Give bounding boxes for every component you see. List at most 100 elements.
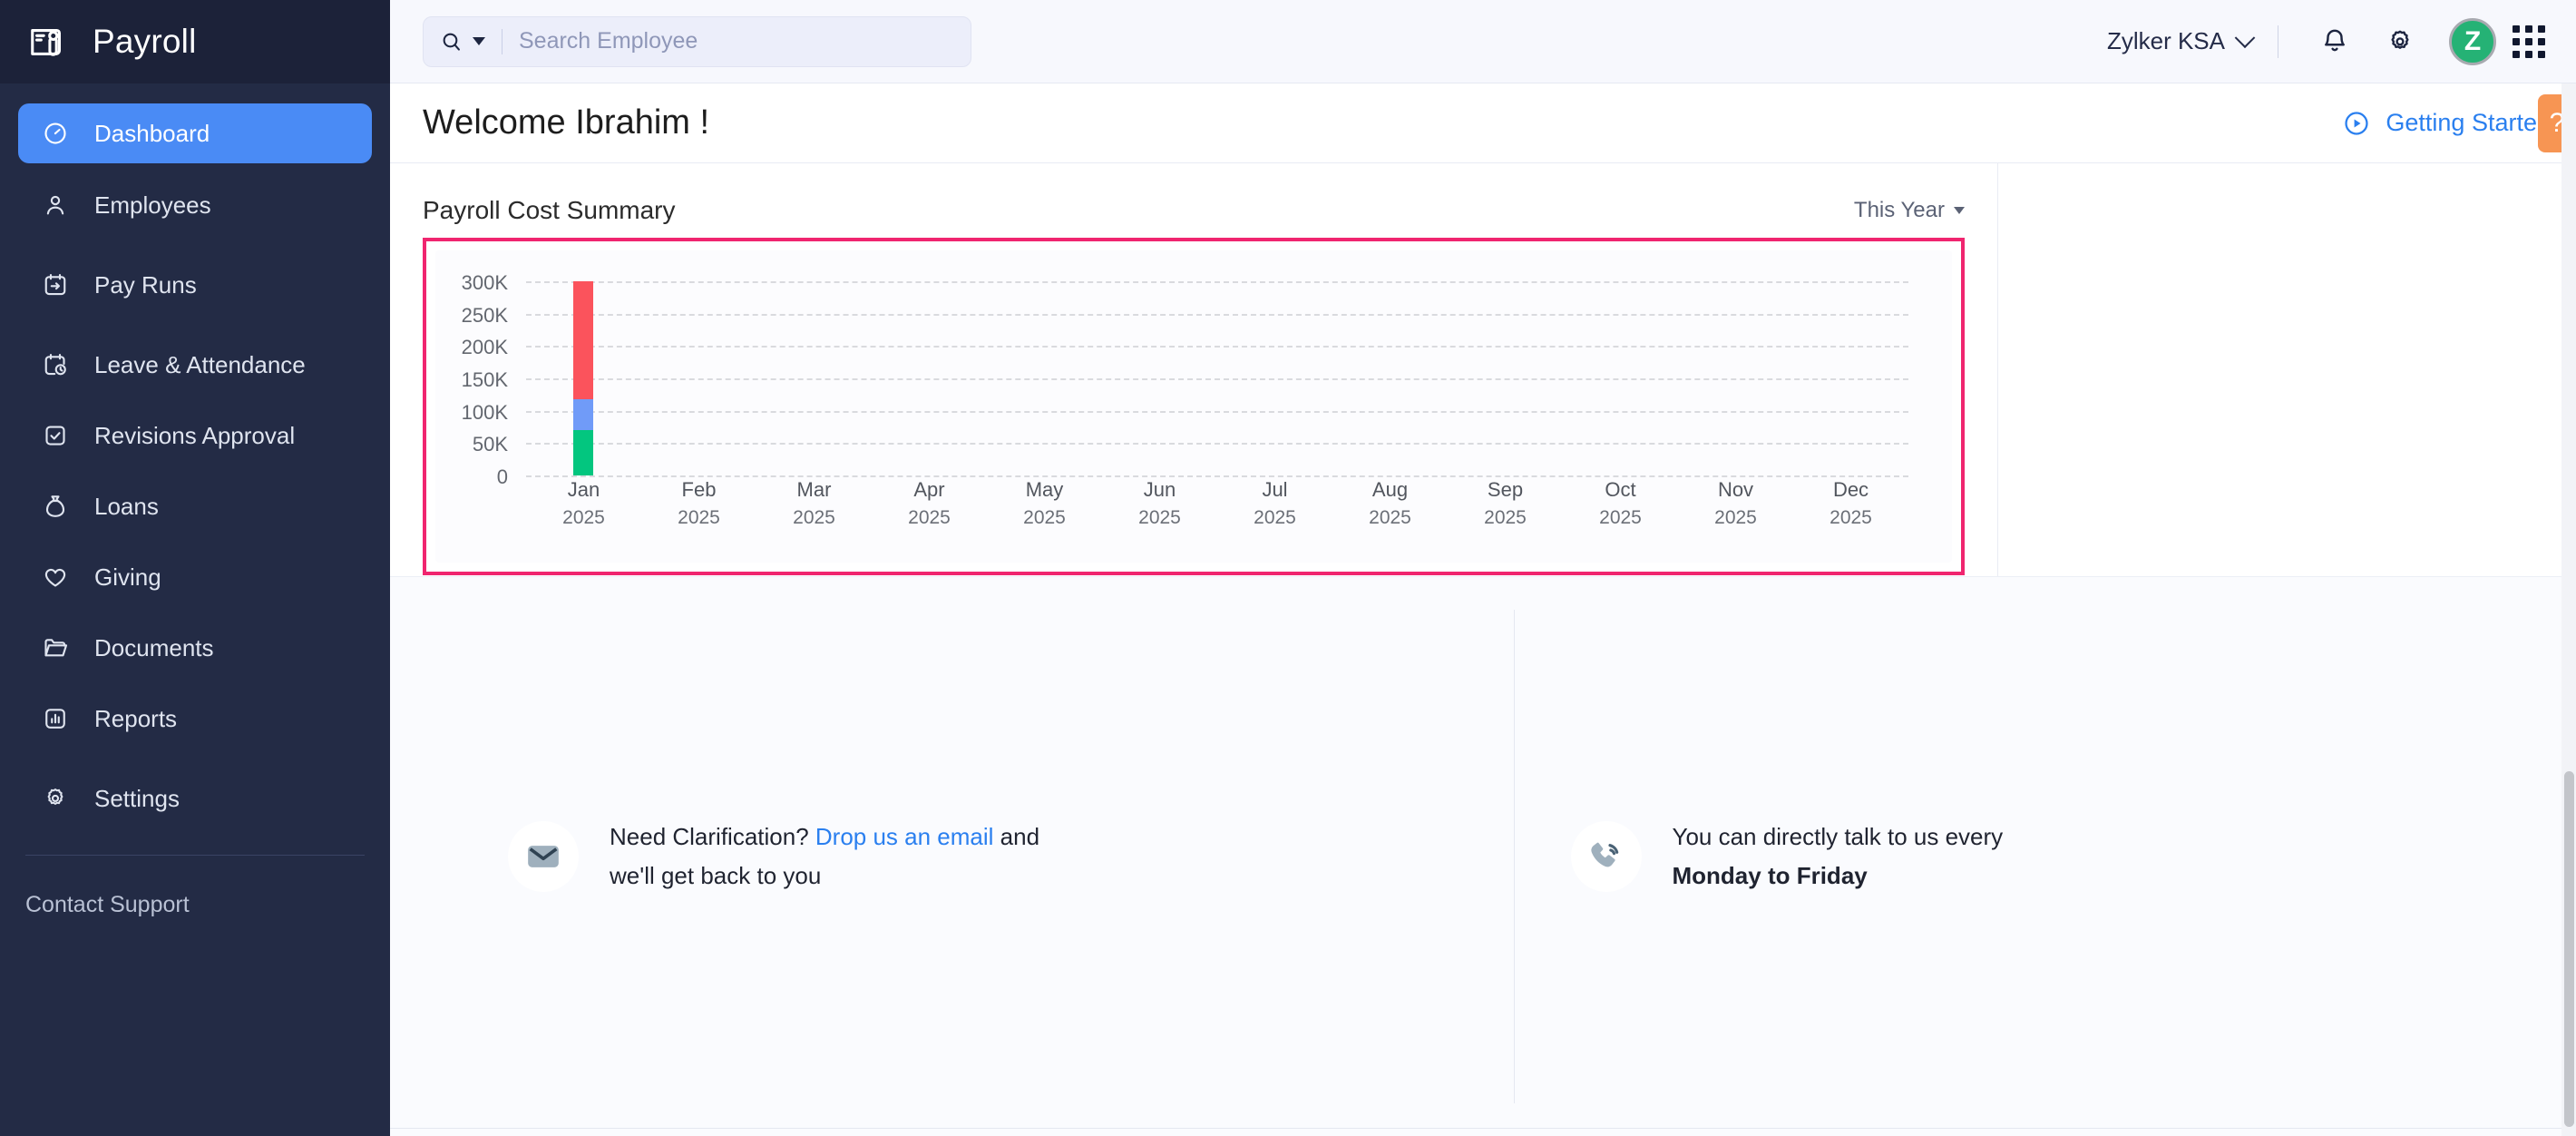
support-card-text: Need Clarification? Drop us an email and… — [610, 818, 1039, 896]
panel-row: Payroll Cost Summary This Year 0 50K 100K 1… — [390, 163, 2576, 576]
chart-bar-segment[interactable] — [573, 281, 594, 399]
y-axis-tick-label: 300K — [461, 271, 508, 294]
search-scope-caret-icon[interactable] — [473, 37, 485, 45]
sidebar: Payroll Dashboard Employees Pay Runs Lea… — [0, 0, 390, 1136]
search-icon — [440, 30, 463, 54]
checkbox-icon — [40, 420, 71, 451]
sidebar-item-employees[interactable]: Employees — [18, 176, 372, 234]
chart-gridline: 100K — [462, 401, 1908, 424]
x-axis-tick-year: 2025 — [1484, 506, 1527, 528]
chart-x-axis: Jan 2025 Feb 2025 Mar 2025 Apr 2025 May 2025 Jun 20… — [526, 475, 1908, 539]
play-circle-icon — [2342, 109, 2371, 138]
org-switcher[interactable]: Zylker KSA — [2107, 26, 2278, 55]
bar-chart-icon — [40, 703, 71, 734]
notifications-button[interactable] — [2302, 9, 2367, 74]
sidebar-item-label: Dashboard — [94, 119, 210, 147]
sidebar-item-label: Settings — [94, 784, 180, 812]
y-axis-tick-label: 50K — [472, 433, 508, 456]
sidebar-item-revisions-approval[interactable]: Revisions Approval — [18, 406, 372, 465]
gear-icon — [40, 783, 71, 814]
sidebar-item-leave-attendance[interactable]: Leave & Attendance — [18, 336, 372, 394]
settings-button[interactable] — [2367, 9, 2433, 74]
search-input[interactable] — [519, 28, 954, 54]
support-card-phone: You can directly talk to us every Monday… — [1515, 577, 2576, 1136]
scrollbar-thumb[interactable] — [2564, 771, 2574, 1127]
chart-bar[interactable] — [573, 281, 594, 475]
period-dropdown[interactable]: This Year — [1854, 198, 1965, 223]
brand[interactable]: Payroll — [0, 0, 390, 83]
vertical-scrollbar[interactable] — [2561, 83, 2576, 1136]
sidebar-item-documents[interactable]: Documents — [18, 619, 372, 677]
gear-icon — [2385, 26, 2415, 57]
chart-bar-segment[interactable] — [573, 430, 594, 475]
welcome-bar: Welcome Ibrahim ! Getting Started ? — [390, 83, 2576, 163]
chart-gridline: 250K — [462, 304, 1908, 327]
y-axis-tick-label: 250K — [461, 303, 508, 327]
bell-icon — [2319, 26, 2350, 57]
sidebar-item-giving[interactable]: Giving — [18, 548, 372, 606]
side-panel-empty — [1997, 163, 2576, 576]
x-axis-tick-year: 2025 — [1369, 506, 1411, 528]
contact-support-link[interactable]: Contact Support — [0, 856, 390, 918]
period-value: This Year — [1853, 198, 1945, 222]
x-axis-tick-year: 2025 — [678, 506, 720, 528]
chart-bar-segment[interactable] — [573, 398, 594, 431]
x-axis-tick-year: 2025 — [793, 506, 835, 528]
grid-apps-icon[interactable] — [2513, 24, 2545, 58]
user-icon — [40, 190, 71, 220]
card-header: Payroll Cost Summary This Year — [423, 187, 1965, 234]
heart-icon — [40, 562, 71, 592]
y-axis-tick-label: 0 — [496, 465, 508, 488]
sidebar-item-label: Employees — [94, 191, 211, 219]
sidebar-item-label: Giving — [94, 563, 161, 591]
grid-dot — [2513, 37, 2520, 45]
brand-name: Payroll — [93, 23, 197, 60]
grid-dot — [2538, 37, 2545, 45]
sidebar-item-label: Loans — [94, 492, 159, 520]
footer-bottom-rule — [390, 1128, 2576, 1129]
topbar-actions: Zylker KSA Z — [2107, 9, 2554, 74]
page-title: Welcome Ibrahim ! — [423, 103, 710, 142]
x-axis-tick-label: Mar 2025 — [793, 475, 835, 532]
search-divider — [502, 28, 503, 54]
sidebar-item-pay-runs[interactable]: Pay Runs — [18, 256, 372, 314]
x-axis-tick-label: Apr 2025 — [908, 475, 951, 532]
text-suffix: and — [993, 823, 1040, 851]
sidebar-item-reports[interactable]: Reports — [18, 690, 372, 748]
sidebar-item-label: Reports — [94, 704, 178, 732]
grid-dot — [2513, 50, 2520, 58]
x-axis-tick-label: Feb 2025 — [678, 475, 720, 532]
sidebar-item-loans[interactable]: Loans — [18, 477, 372, 535]
chevron-down-icon — [1954, 207, 1965, 214]
sidebar-item-settings[interactable]: Settings — [18, 769, 372, 828]
avatar[interactable]: Z — [2449, 17, 2496, 65]
x-axis-tick-label: Sep 2025 — [1484, 475, 1527, 532]
app-root: Payroll Dashboard Employees Pay Runs Lea… — [0, 0, 2576, 1136]
x-axis-tick-year: 2025 — [562, 506, 605, 528]
search-bar[interactable] — [423, 15, 971, 67]
chart-gridline: 150K — [462, 368, 1908, 391]
x-axis-tick-label: May 2025 — [1023, 475, 1066, 532]
x-axis-tick-year: 2025 — [1254, 506, 1296, 528]
y-axis-tick-label: 100K — [461, 400, 508, 424]
support-card-email: Need Clarification? Drop us an email and… — [390, 577, 1514, 1136]
chart-gridline: 50K — [473, 433, 1908, 455]
chart-gridline: 200K — [462, 336, 1908, 358]
x-axis-tick-label: Jul 2025 — [1254, 475, 1296, 532]
chart-gridline: 300K — [462, 271, 1908, 294]
money-bag-icon — [40, 491, 71, 522]
sidebar-item-label: Revisions Approval — [94, 421, 296, 449]
sidebar-item-label: Documents — [94, 633, 214, 661]
x-axis-tick-label: Oct 2025 — [1599, 475, 1642, 532]
x-axis-tick-year: 2025 — [1138, 506, 1181, 528]
sidebar-item-dashboard[interactable]: Dashboard — [18, 103, 372, 163]
grid-dot — [2538, 50, 2545, 58]
card-title: Payroll Cost Summary — [423, 196, 676, 224]
support-card-text: You can directly talk to us every Monday… — [1673, 818, 2004, 896]
x-axis-tick-year: 2025 — [1714, 506, 1757, 528]
folder-icon — [40, 632, 71, 663]
drop-us-an-email-link[interactable]: Drop us an email — [815, 823, 994, 850]
speedometer-icon — [40, 118, 71, 149]
